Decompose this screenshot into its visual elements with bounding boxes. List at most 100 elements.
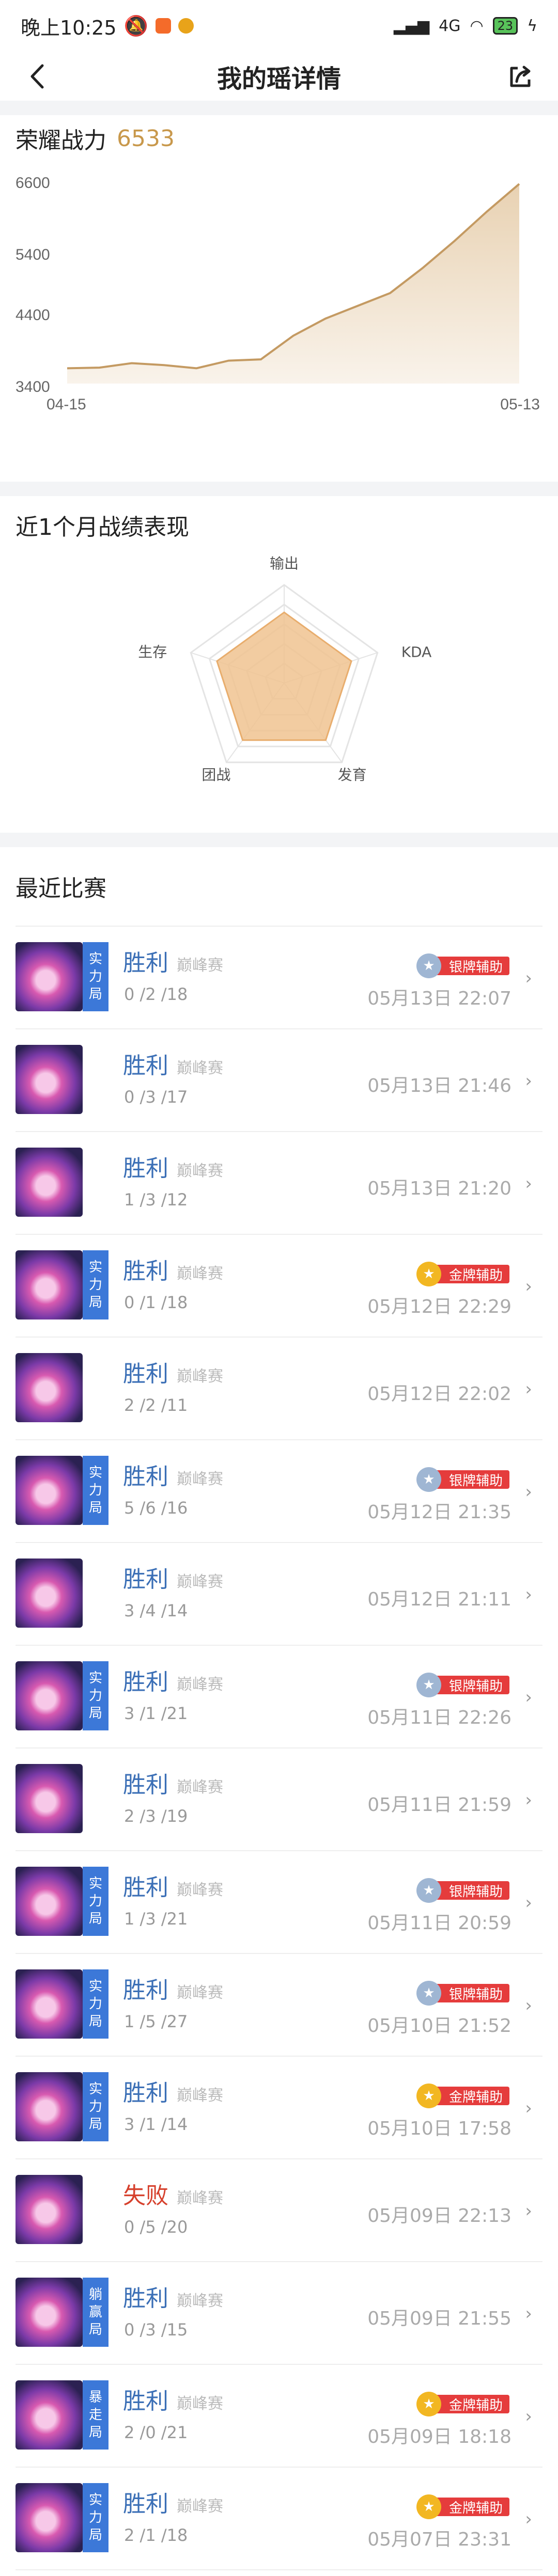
medal-label: 银牌辅助 bbox=[432, 1984, 509, 2002]
match-tag-char: 局 bbox=[88, 987, 102, 1002]
match-tag-char: 局 bbox=[88, 2014, 102, 2029]
match-kda: 0 /5 /20 bbox=[124, 2217, 188, 2237]
back-arrow-icon bbox=[30, 64, 44, 88]
match-row[interactable]: 胜利 巅峰赛 0 /3 /17 05月13日 21:46 › bbox=[16, 1029, 542, 1132]
match-tag: 实力局 bbox=[83, 2072, 109, 2141]
medal-label: 金牌辅助 bbox=[432, 1265, 509, 1283]
section-divider bbox=[0, 482, 558, 496]
match-kda: 2 /3 /19 bbox=[124, 1806, 188, 1826]
notification-app-icon bbox=[155, 18, 171, 34]
match-row[interactable]: 暴走局胜利 巅峰赛 2 /0 /21 金牌辅助 ★ 05月09日 18:18 › bbox=[16, 2365, 542, 2468]
radar-axis-label: KDA bbox=[401, 643, 432, 660]
match-time: 05月11日 21:59 bbox=[367, 1794, 512, 1816]
chevron-right-icon: › bbox=[525, 2509, 532, 2530]
glory-chart-svg: 6600 5400 4400 340004-15 05-13 bbox=[16, 174, 540, 413]
series-area bbox=[67, 184, 519, 384]
hero-portrait-image bbox=[16, 2380, 83, 2450]
y-tick-label: 3400 bbox=[16, 378, 50, 395]
match-row[interactable]: 实力局胜利 巅峰赛 2 /1 /18 金牌辅助 ★ 05月07日 23:31 › bbox=[16, 2468, 542, 2570]
signal-type: 4G bbox=[439, 17, 461, 35]
match-row[interactable]: 实力局胜利 巅峰赛 1 /3 /21 银牌辅助 ★ 05月11日 20:59 › bbox=[16, 1851, 542, 1954]
share-button[interactable] bbox=[505, 61, 536, 92]
medal-badge: 银牌辅助 ★ bbox=[416, 1673, 509, 1697]
match-tag: 实力局 bbox=[83, 1456, 109, 1525]
match-row[interactable]: 失败 巅峰赛 0 /5 /20 05月09日 22:13 › bbox=[16, 2159, 542, 2262]
medal-label: 金牌辅助 bbox=[432, 2087, 509, 2105]
medal-star-icon: ★ bbox=[416, 1467, 441, 1492]
medal-badge: 银牌辅助 ★ bbox=[416, 1981, 509, 2006]
hero-avatar: 实力局 bbox=[16, 1456, 109, 1525]
match-time: 05月11日 20:59 bbox=[367, 1913, 512, 1934]
match-row[interactable]: 实力局胜利 巅峰赛 5 /6 /16 银牌辅助 ★ 05月12日 21:35 › bbox=[16, 1440, 542, 1543]
match-kda: 5 /6 /16 bbox=[124, 1498, 188, 1518]
radar-title: 近1个月战绩表现 bbox=[16, 514, 189, 540]
match-row[interactable]: 胜利 巅峰赛 2 /2 /11 05月12日 22:02 › bbox=[16, 1338, 542, 1440]
medal-badge: 金牌辅助 ★ bbox=[416, 2392, 509, 2416]
back-button[interactable] bbox=[22, 61, 53, 92]
medal-star-icon: ★ bbox=[416, 1981, 441, 2006]
match-result: 胜利 bbox=[123, 1464, 168, 1490]
match-time: 05月13日 21:46 bbox=[367, 1075, 512, 1096]
hero-portrait-image bbox=[16, 1353, 83, 1422]
match-kda: 0 /3 /15 bbox=[124, 2320, 188, 2340]
match-row[interactable]: 胜利 巅峰赛 3 /4 /14 05月12日 21:11 › bbox=[16, 1543, 542, 1646]
match-tag: 躺赢局 bbox=[83, 2278, 109, 2347]
medal-label: 金牌辅助 bbox=[432, 2498, 509, 2516]
hero-portrait-image bbox=[16, 2278, 83, 2347]
x-tick-label: 04-15 bbox=[47, 396, 86, 413]
match-mode: 巅峰赛 bbox=[177, 1367, 223, 1386]
match-tag-char: 力 bbox=[88, 1688, 102, 1704]
x-tick-label: 05-13 bbox=[500, 396, 540, 413]
match-tag-char: 实 bbox=[88, 2492, 102, 2508]
match-row[interactable]: 实力局胜利 巅峰赛 3 /1 /14 金牌辅助 ★ 05月10日 17:58 › bbox=[16, 2057, 542, 2159]
match-tag-char: 局 bbox=[88, 1500, 102, 1516]
medal-badge: 金牌辅助 ★ bbox=[416, 2494, 509, 2519]
match-mode: 巅峰赛 bbox=[177, 1778, 223, 1796]
match-row[interactable]: 实力局胜利 巅峰赛 1 /5 /27 银牌辅助 ★ 05月10日 21:52 › bbox=[16, 1954, 542, 2057]
medal-label: 银牌辅助 bbox=[432, 1881, 509, 1900]
match-mode: 巅峰赛 bbox=[177, 1984, 223, 2002]
match-time: 05月09日 18:18 bbox=[367, 2426, 512, 2447]
match-row[interactable]: 胜利 巅峰赛 1 /3 /12 05月13日 21:20 › bbox=[16, 1132, 542, 1235]
match-row[interactable]: 实力局胜利 巅峰赛 3 /1 /21 银牌辅助 ★ 05月11日 22:26 › bbox=[16, 1646, 542, 1748]
match-mode: 巅峰赛 bbox=[177, 2498, 223, 2516]
match-tag-char: 暴 bbox=[88, 2390, 102, 2405]
match-time: 05月11日 22:26 bbox=[367, 1707, 512, 1728]
glory-section: 荣耀战力 6533 6600 5400 4400 3400 04-15 05-13 bbox=[0, 115, 558, 482]
recent-section: 最近比赛 实力局胜利 巅峰赛 0 /2 /18 银牌辅助 ★ 05月13日 22:07 › 胜… bbox=[0, 847, 558, 2570]
hero-portrait-image bbox=[16, 942, 83, 1011]
page-title: 我的瑶详情 bbox=[216, 64, 341, 93]
hero-avatar: 实力局 bbox=[16, 1250, 109, 1319]
medal-badge: 金牌辅助 ★ bbox=[416, 2084, 509, 2108]
medal-star-icon: ★ bbox=[416, 953, 441, 978]
match-tag-char: 实 bbox=[88, 951, 102, 967]
match-tag-char: 局 bbox=[88, 2425, 102, 2440]
medal-badge: 银牌辅助 ★ bbox=[416, 953, 509, 978]
medal-badge: 银牌辅助 ★ bbox=[416, 1878, 509, 1903]
medal-label: 银牌辅助 bbox=[432, 1676, 509, 1694]
medal-label: 金牌辅助 bbox=[432, 2395, 509, 2413]
match-kda: 2 /1 /18 bbox=[124, 2525, 188, 2545]
hero-portrait-image bbox=[16, 1764, 83, 1833]
medal-label: 银牌辅助 bbox=[432, 957, 509, 975]
match-tag: 实力局 bbox=[83, 1867, 109, 1936]
y-tick-label: 5400 bbox=[16, 246, 50, 263]
match-row[interactable]: 实力局胜利 巅峰赛 0 /1 /18 金牌辅助 ★ 05月12日 22:29 › bbox=[16, 1235, 542, 1338]
match-result: 胜利 bbox=[123, 1258, 168, 1284]
chevron-right-icon: › bbox=[525, 968, 532, 989]
match-result: 胜利 bbox=[123, 1361, 168, 1387]
match-row[interactable]: 胜利 巅峰赛 2 /3 /19 05月11日 21:59 › bbox=[16, 1748, 542, 1851]
match-result: 胜利 bbox=[123, 2388, 168, 2414]
wifi-icon: ◠ bbox=[470, 17, 484, 35]
match-mode: 巅峰赛 bbox=[177, 2395, 223, 2413]
radar-chart: 输出 KDA 发育 团战 生存 bbox=[16, 554, 542, 833]
match-list: 实力局胜利 巅峰赛 0 /2 /18 银牌辅助 ★ 05月13日 22:07 › 胜利 巅峰赛 0… bbox=[16, 926, 542, 2570]
match-kda: 3 /1 /14 bbox=[124, 2114, 188, 2134]
match-mode: 巅峰赛 bbox=[177, 1676, 223, 1694]
match-row[interactable]: 躺赢局胜利 巅峰赛 0 /3 /15 05月09日 21:55 › bbox=[16, 2262, 542, 2365]
match-row[interactable]: 实力局胜利 巅峰赛 0 /2 /18 银牌辅助 ★ 05月13日 22:07 › bbox=[16, 927, 542, 1029]
hero-avatar bbox=[16, 2175, 109, 2244]
match-kda: 0 /2 /18 bbox=[124, 984, 188, 1004]
hero-portrait-image bbox=[16, 1456, 83, 1525]
notification-app-icon-2 bbox=[178, 18, 194, 34]
